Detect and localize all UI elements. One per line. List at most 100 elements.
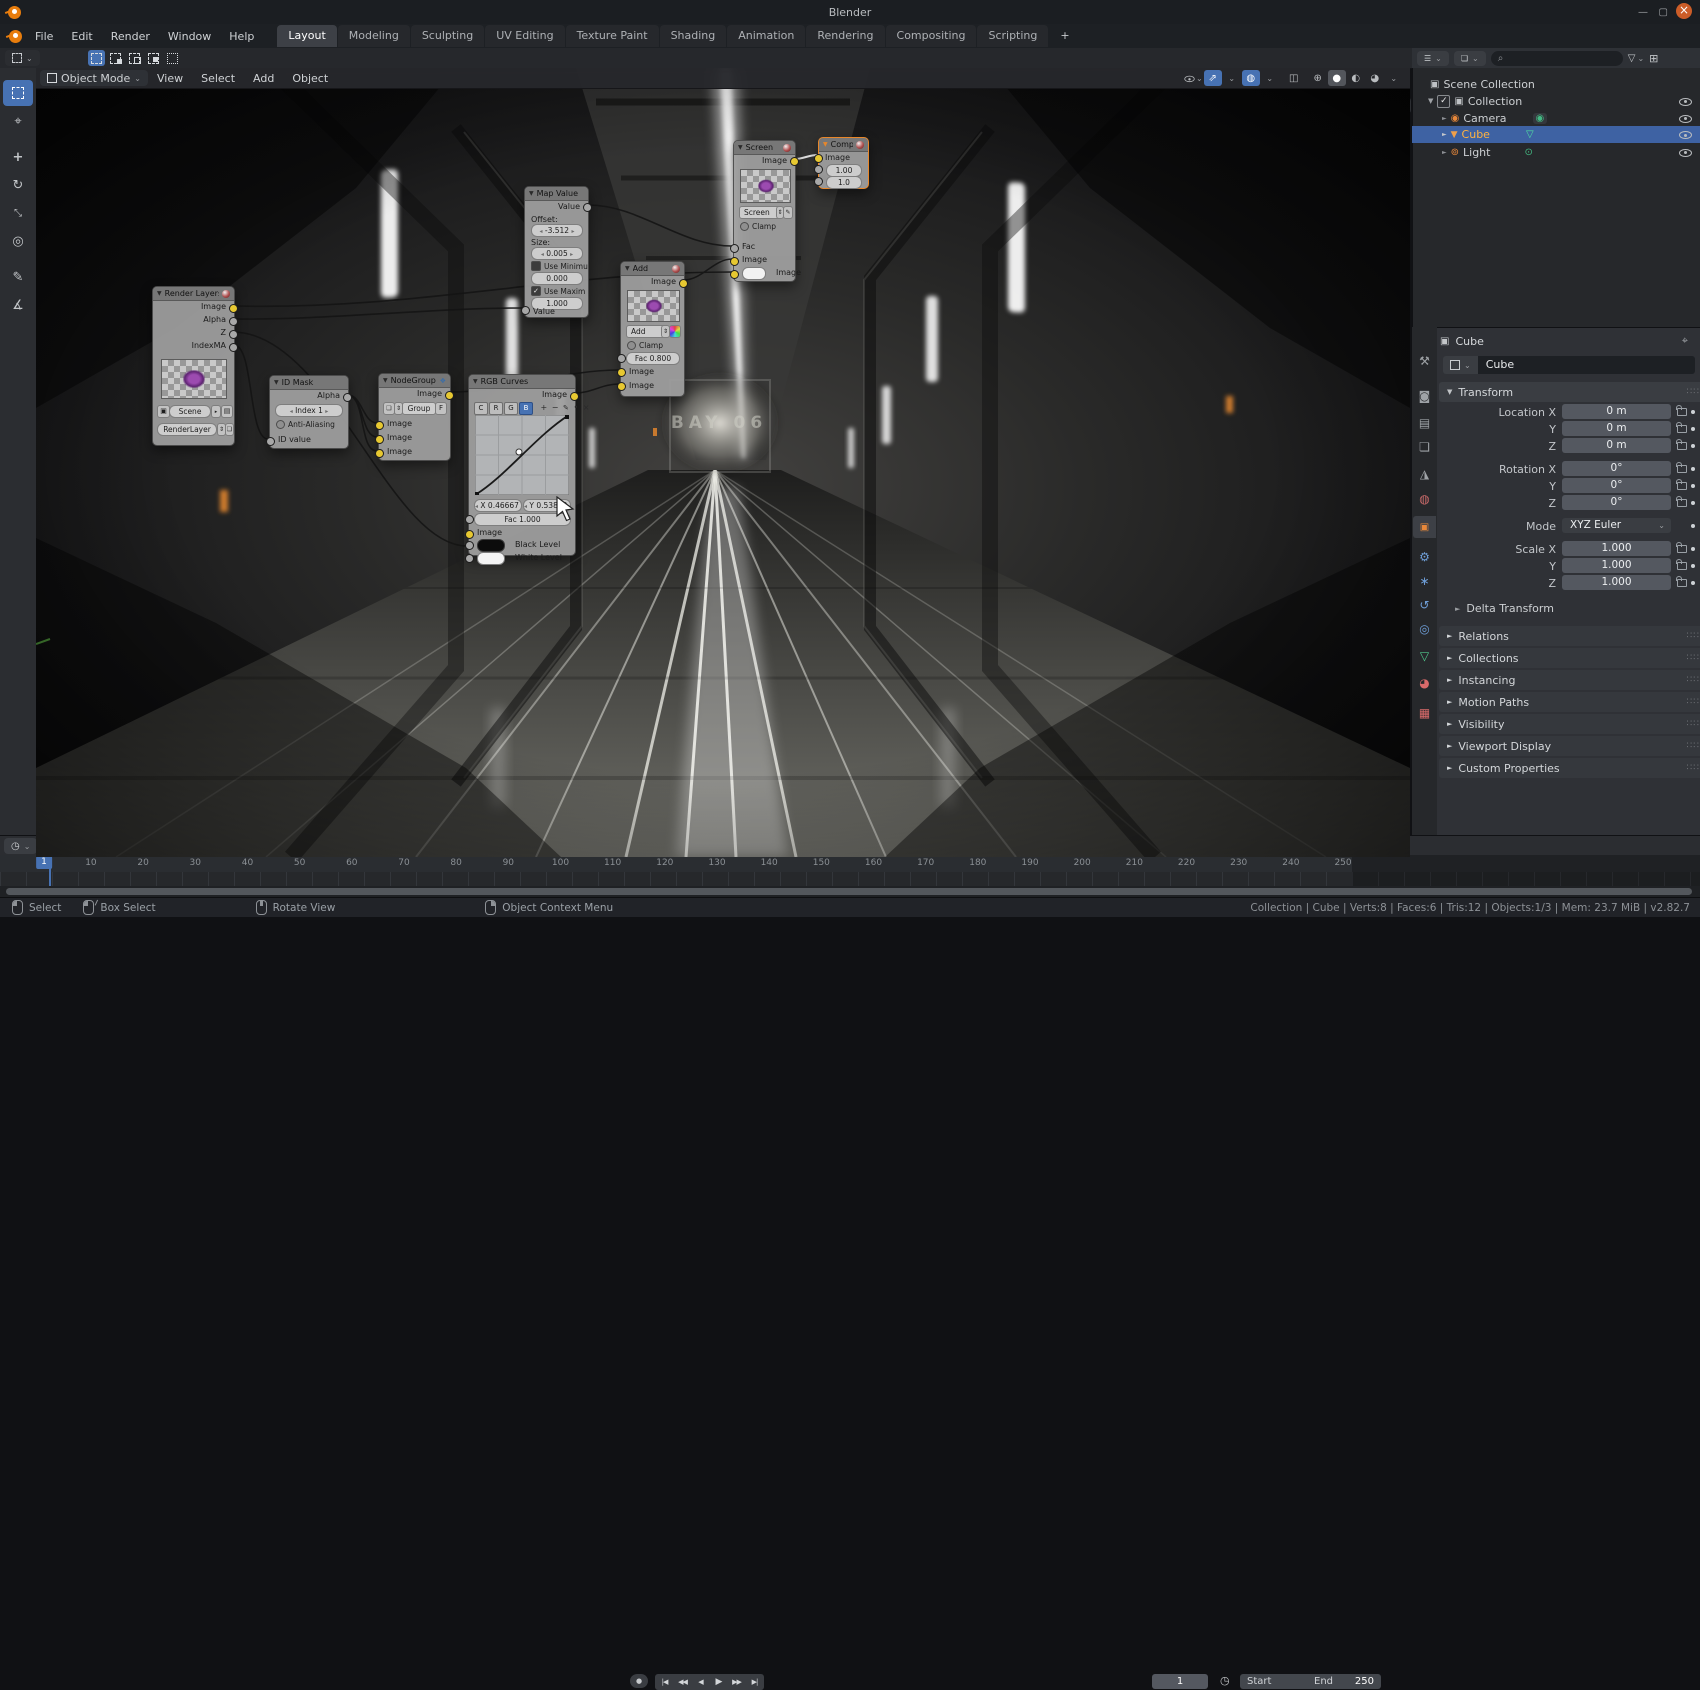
select-mode-invert[interactable] xyxy=(145,50,162,66)
rotation-y-field[interactable]: 0° xyxy=(1562,478,1671,493)
disclosure-icon[interactable]: ► xyxy=(1442,149,1447,156)
scale-z-field[interactable]: 1.000 xyxy=(1562,575,1671,590)
props-tab-view-layer[interactable]: ❏ xyxy=(1413,436,1436,458)
location-x-field[interactable]: 0 m xyxy=(1562,404,1671,419)
outliner-filter-dropdown[interactable]: ▽ ⌄ xyxy=(1628,53,1644,64)
tab-shading[interactable]: Shading xyxy=(660,25,727,47)
timeline-editor-type-dropdown[interactable]: ◷ ⌄ xyxy=(4,838,37,854)
lock-icon[interactable] xyxy=(1677,562,1687,570)
zoom-out-icon[interactable]: − xyxy=(552,403,559,412)
render-button[interactable]: ▤ xyxy=(221,405,233,418)
animate-dot[interactable] xyxy=(1691,581,1695,585)
location-y-field[interactable]: 0 m xyxy=(1562,421,1671,436)
props-tab-texture[interactable]: ▦ xyxy=(1413,702,1436,724)
outliner-filter-id-dropdown[interactable]: ❏⌄ xyxy=(1454,51,1486,66)
delete-point-icon[interactable]: × xyxy=(583,403,590,412)
curve-x-field[interactable]: ◂ X 0.46667 ▸ xyxy=(474,499,522,512)
tab-animation[interactable]: Animation xyxy=(727,25,805,47)
ruler-frame-label[interactable]: 140 xyxy=(761,858,778,868)
outliner-item-light[interactable]: ► ⊚ Light ⊙ xyxy=(1412,144,1700,160)
animate-dot[interactable] xyxy=(1691,444,1695,448)
outliner-search-input[interactable]: ⌕ xyxy=(1491,51,1623,66)
image2-color-swatch[interactable] xyxy=(742,267,766,280)
prev-keyframe-button[interactable]: ◀◀ xyxy=(674,1675,691,1689)
animate-dot[interactable] xyxy=(1691,524,1695,528)
socket-image-out[interactable] xyxy=(570,392,579,401)
props-tab-data[interactable]: ▽ xyxy=(1413,645,1436,667)
outliner-item-camera[interactable]: ► ◉ Camera ◉ xyxy=(1412,110,1700,126)
color-options-button[interactable] xyxy=(669,325,681,338)
menu-window[interactable]: Window xyxy=(159,30,220,43)
scale-x-field[interactable]: 1.000 xyxy=(1562,541,1671,556)
section-visibility[interactable]: ► Visibility∷∷ xyxy=(1439,714,1700,734)
delta-transform-header[interactable]: ► Delta Transform xyxy=(1455,602,1554,615)
min-field[interactable]: 0.000 xyxy=(531,272,583,285)
socket-image-in-2[interactable] xyxy=(730,270,739,279)
section-custom-properties[interactable]: ► Custom Properties∷∷ xyxy=(1439,758,1700,778)
section-relations[interactable]: ► Relations∷∷ xyxy=(1439,626,1700,646)
section-instancing[interactable]: ► Instancing∷∷ xyxy=(1439,670,1700,690)
minimize-button[interactable]: — xyxy=(1638,7,1648,18)
rotation-z-field[interactable]: 0° xyxy=(1562,495,1671,510)
socket-image-out[interactable] xyxy=(445,391,454,400)
render-layer-field[interactable]: RenderLayer xyxy=(157,423,217,436)
collection-checkbox[interactable]: ✓ xyxy=(1437,95,1450,108)
lock-icon[interactable] xyxy=(1677,442,1687,450)
ruler-frame-label[interactable]: 130 xyxy=(708,858,725,868)
ruler-frame-label[interactable]: 110 xyxy=(604,858,621,868)
channel-b-button[interactable]: B xyxy=(519,402,533,415)
overlays-dropdown[interactable]: ⌄ xyxy=(1261,70,1279,86)
ruler-frame-label[interactable]: 70 xyxy=(398,858,409,868)
play-button[interactable]: ▶ xyxy=(710,1675,727,1689)
channel-r-button[interactable]: R xyxy=(489,402,503,415)
socket-z-out[interactable] xyxy=(229,330,238,339)
toolbar-select-box-tool[interactable] xyxy=(3,80,33,106)
close-button[interactable]: × xyxy=(1676,3,1692,19)
shading-material-button[interactable]: ◐ xyxy=(1347,70,1365,86)
object-id-icon-dropdown[interactable]: ⌄ xyxy=(1443,356,1478,374)
node-id-mask[interactable]: ▼ ID Mask Alpha ◂ Index 1 ▸ Anti-Aliasin… xyxy=(269,375,349,449)
location-z-field[interactable]: 0 m xyxy=(1562,438,1671,453)
section-motion-paths[interactable]: ► Motion Paths∷∷ xyxy=(1439,692,1700,712)
animate-dot[interactable] xyxy=(1691,564,1695,568)
props-tab-constraints[interactable]: ◎ xyxy=(1413,618,1436,640)
scene-icon-button[interactable]: ▣ xyxy=(157,405,170,418)
shading-rendered-button[interactable]: ◕ xyxy=(1366,70,1384,86)
next-keyframe-button[interactable]: ▶▶ xyxy=(728,1675,745,1689)
menu-help[interactable]: Help xyxy=(220,30,263,43)
node-screen[interactable]: ▼ Screen Image Screen ⇕ ✎ Clamp Fac Imag… xyxy=(733,140,796,282)
current-frame-field[interactable]: 1 xyxy=(1152,1674,1208,1689)
ruler-frame-label[interactable]: 30 xyxy=(190,858,201,868)
tab-scripting[interactable]: Scripting xyxy=(977,25,1048,47)
ruler-frame-label[interactable]: 60 xyxy=(346,858,357,868)
scale-y-field[interactable]: 1.000 xyxy=(1562,558,1671,573)
socket-z-in[interactable] xyxy=(814,177,823,186)
ruler-frame-label[interactable]: 100 xyxy=(552,858,569,868)
ruler-frame-label[interactable]: 180 xyxy=(969,858,986,868)
size-field[interactable]: ◂ 0.005 ▸ xyxy=(531,247,583,260)
section-viewport-display[interactable]: ► Viewport Display∷∷ xyxy=(1439,736,1700,756)
offset-field[interactable]: ◂ -3.512 ▸ xyxy=(531,224,583,237)
socket-value-out[interactable] xyxy=(583,203,592,212)
use-preview-range-toggle[interactable]: ◷ xyxy=(1220,1674,1230,1687)
tools-icon[interactable]: ✎ xyxy=(563,404,569,412)
outliner-scene-collection[interactable]: ▣ Scene Collection xyxy=(1412,76,1700,92)
ruler-frame-label[interactable]: 210 xyxy=(1126,858,1143,868)
socket-fac-in[interactable] xyxy=(730,244,739,253)
select-mode-intersect[interactable] xyxy=(164,50,181,66)
outliner-display-mode-dropdown[interactable]: ☰⌄ xyxy=(1417,51,1449,66)
menu-edit[interactable]: Edit xyxy=(62,30,101,43)
props-tab-material[interactable]: ◕ xyxy=(1413,672,1436,694)
props-tab-scene[interactable]: ◮ xyxy=(1413,463,1436,485)
lock-icon[interactable] xyxy=(1677,465,1687,473)
hide-eye-toggle[interactable] xyxy=(1679,95,1692,108)
menu-file[interactable]: File xyxy=(26,30,62,43)
ruler-frame-label[interactable]: 40 xyxy=(242,858,253,868)
ruler-frame-label[interactable]: 90 xyxy=(503,858,514,868)
toolbar-scale-tool[interactable]: ⤡ xyxy=(3,200,33,226)
socket-image-in-3[interactable] xyxy=(375,449,384,458)
ruler-frame-label[interactable]: 190 xyxy=(1021,858,1038,868)
lock-icon[interactable] xyxy=(1677,408,1687,416)
viewport-menu-object[interactable]: Object xyxy=(283,72,337,85)
mesh-data-icon[interactable]: ▽ xyxy=(1526,129,1534,140)
